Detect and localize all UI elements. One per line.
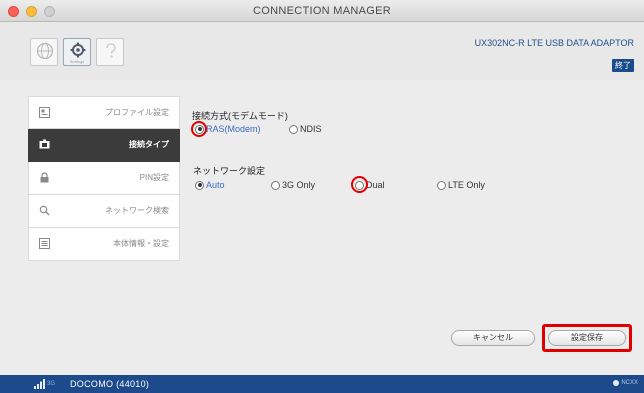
sidebar-item-label: プロファイル設定: [105, 108, 169, 117]
question-icon: [106, 43, 116, 58]
sidebar-item-label: PIN設定: [139, 173, 169, 182]
globe-icon: [36, 42, 54, 60]
connection-type-icon: [39, 139, 50, 149]
sidebar-item-connection-type[interactable]: 接続タイプ: [28, 129, 180, 162]
window-title: CONNECTION MANAGER: [252, 5, 392, 17]
signal-strength-icon: [34, 379, 45, 389]
sidebar-item-network-search[interactable]: ネットワーク検索: [28, 195, 180, 228]
toolbar: Settings UX302NC-R LTE USB DATA ADAPTOR …: [0, 22, 644, 80]
radio-label: LTE Only: [448, 180, 485, 190]
radio-label: NDIS: [300, 124, 322, 134]
sidebar-item-label: ネットワーク検索: [105, 206, 169, 215]
radio-label: Auto: [206, 180, 225, 190]
sidebar-item-profile[interactable]: プロファイル設定: [28, 96, 180, 129]
radio-label: 3G Only: [282, 180, 316, 190]
search-icon: [39, 205, 50, 216]
profile-icon: [39, 107, 50, 118]
radio-label: RAS(Modem): [206, 124, 261, 134]
cancel-button[interactable]: キャンセル: [451, 330, 535, 346]
radio-label: Dual: [366, 180, 385, 190]
connection-method-heading: 接続方式(モデムモード): [192, 111, 288, 121]
brand-logo-icon: [613, 380, 620, 386]
highlight-rectangle: [542, 324, 632, 352]
highlight-circle: [191, 121, 207, 137]
device-info-icon: [39, 238, 50, 249]
gear-icon: [70, 42, 86, 58]
globe-button[interactable]: [30, 38, 58, 66]
radio-ndis[interactable]: NDIS: [289, 124, 322, 134]
radio-dot: [271, 180, 280, 190]
radio-dot: [289, 124, 298, 134]
app-window: CONNECTION MANAGER Settings UX302NC-R LT…: [0, 0, 644, 393]
sidebar: プロファイル設定 接続タイプ PIN設定 ネットワーク検索 本体情報・設定: [28, 96, 180, 261]
carrier-name: DOCOMO (44010): [70, 379, 150, 389]
radio-auto[interactable]: Auto: [195, 180, 225, 190]
device-name: UX302NC-R LTE USB DATA ADAPTOR: [474, 38, 634, 48]
exit-button[interactable]: 終了: [612, 59, 634, 72]
sidebar-item-device-info[interactable]: 本体情報・設定: [28, 228, 180, 261]
sidebar-item-label: 接続タイプ: [129, 140, 169, 149]
network-setting-heading: ネットワーク設定: [193, 166, 266, 176]
radio-dot: [437, 180, 446, 190]
brand-label: NCXX: [621, 380, 638, 386]
radio-dot: [195, 180, 204, 190]
network-type: 3G: [47, 381, 56, 387]
highlight-circle: [351, 176, 368, 193]
sidebar-item-label: 本体情報・設定: [113, 239, 169, 248]
brand-logo: NCXX: [613, 380, 638, 386]
status-bar: 3G DOCOMO (44010) NCXX: [0, 375, 644, 393]
help-button[interactable]: [96, 38, 124, 66]
settings-button[interactable]: Settings: [63, 38, 91, 66]
title-bar: CONNECTION MANAGER: [0, 0, 644, 22]
radio-lte-only[interactable]: LTE Only: [437, 180, 485, 190]
sidebar-item-pin[interactable]: PIN設定: [28, 162, 180, 195]
settings-label: Settings: [69, 59, 85, 64]
radio-3g-only[interactable]: 3G Only: [271, 180, 315, 190]
lock-icon: [40, 172, 49, 183]
